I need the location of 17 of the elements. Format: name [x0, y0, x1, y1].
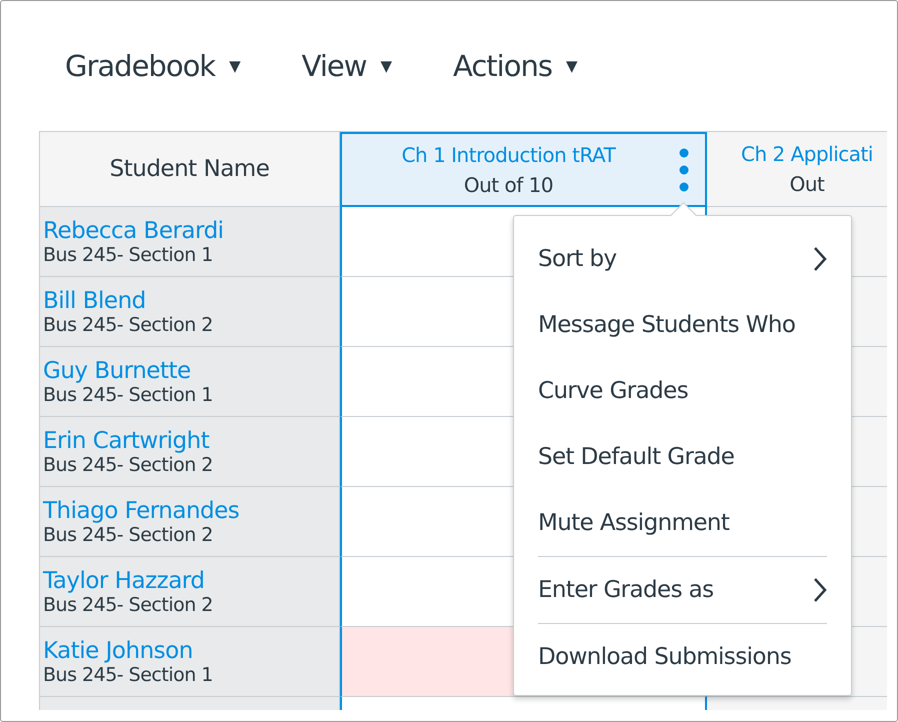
section-name: Bus 245- Section 2: [43, 314, 214, 336]
section-name: Bus 245- Section 1: [43, 664, 214, 686]
points-possible: Out of 10: [464, 172, 554, 196]
column-header: Student Name: [40, 132, 340, 207]
section-name: Bus 245- Section 2: [43, 594, 214, 616]
section-name: Bus 245- Section 2: [43, 524, 214, 546]
menu-item-label: Download Submissions: [538, 644, 792, 670]
menu-item-label: Curve Grades: [538, 378, 688, 404]
menu-item-label: Message Students Who: [538, 312, 796, 338]
section-name: Bus 245- Section 1: [43, 244, 214, 266]
menu-item-label: Sort by: [538, 246, 616, 272]
menu-item-label: Mute Assignment: [538, 510, 730, 536]
menu-item-label: Enter Grades as: [538, 577, 714, 603]
points-possible: Out: [790, 172, 824, 196]
section-name: Bus 245- Section 1: [43, 384, 214, 406]
section-name: Bus 245- Section 2: [43, 454, 214, 476]
menu-item-label: Set Default Grade: [538, 444, 734, 470]
